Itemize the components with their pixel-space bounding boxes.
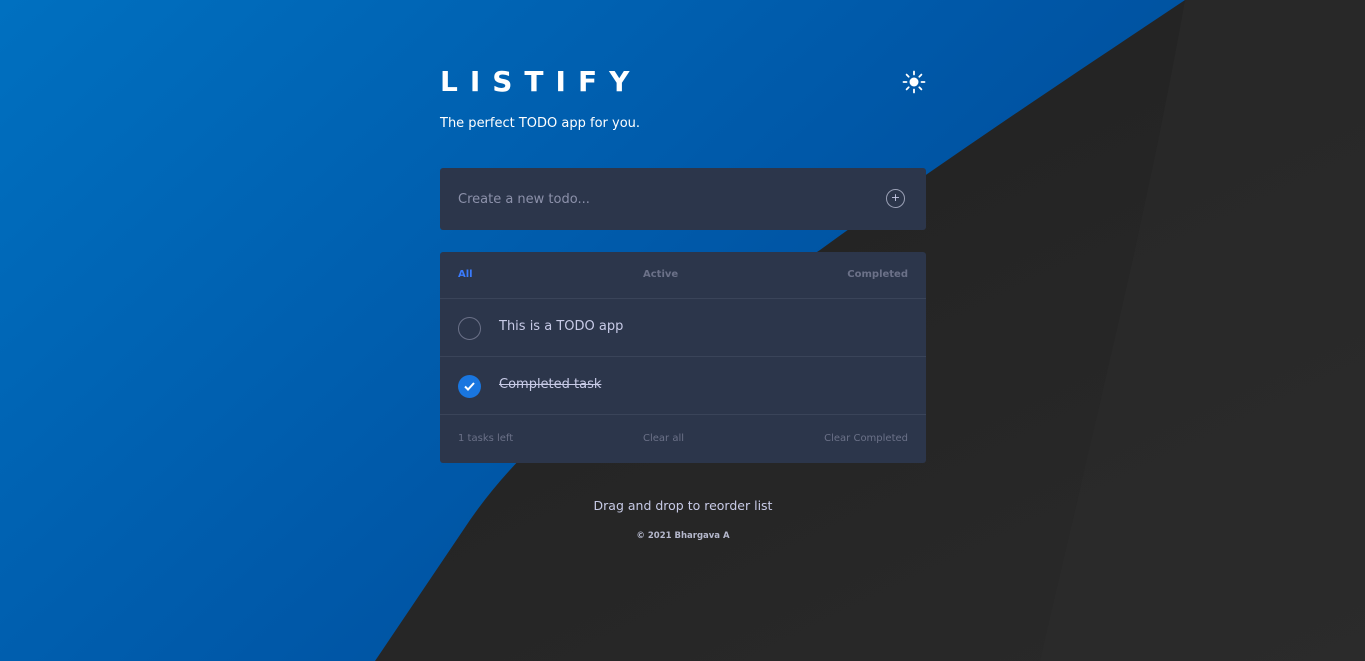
plus-icon: +	[890, 191, 901, 204]
tab-active[interactable]: Active	[643, 268, 678, 282]
tasks-left-counter: 1 tasks left	[458, 432, 513, 446]
list-footer: 1 tasks left Clear all Clear Completed	[440, 415, 926, 461]
todo-text[interactable]: This is a TODO app	[499, 318, 623, 336]
new-todo-box: +	[440, 168, 926, 230]
todo-item[interactable]: Completed task	[440, 357, 926, 415]
theme-toggle-button[interactable]	[902, 70, 926, 94]
tasks-left-label: tasks left	[464, 433, 514, 444]
drag-hint: Drag and drop to reorder list	[593, 498, 773, 513]
app-title: LISTIFY	[440, 65, 642, 98]
copyright: © 2021 Bhargava A	[636, 531, 730, 541]
todo-checkbox[interactable]	[458, 317, 481, 340]
todo-list-card: All Active Completed This is a TODO app …	[440, 252, 926, 463]
clear-all-button[interactable]: Clear all	[643, 432, 684, 446]
new-todo-input[interactable]	[458, 188, 858, 210]
app-subtitle: The perfect TODO app for you.	[440, 116, 641, 131]
todo-checkbox-checked[interactable]	[458, 375, 481, 398]
tab-all[interactable]: All	[458, 268, 473, 282]
sun-icon	[902, 70, 926, 94]
tab-completed[interactable]: Completed	[847, 268, 908, 282]
check-icon	[464, 382, 475, 391]
todo-text[interactable]: Completed task	[499, 376, 601, 394]
todo-item[interactable]: This is a TODO app	[440, 299, 926, 357]
add-todo-button[interactable]: +	[886, 189, 905, 208]
filter-tabs: All Active Completed	[440, 252, 926, 299]
clear-completed-button[interactable]: Clear Completed	[824, 432, 908, 446]
